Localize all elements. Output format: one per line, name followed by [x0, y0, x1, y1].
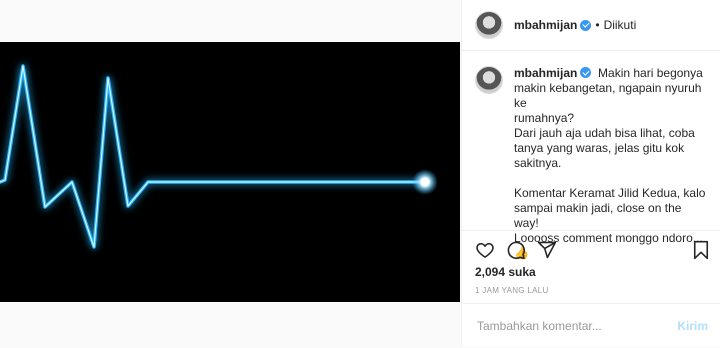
verified-badge-icon [580, 19, 592, 31]
caption-line: sampai makin jadi, close on the way! [514, 201, 682, 230]
separator-dot: • [595, 18, 600, 32]
caption-line: Komentar Keramat Jilid Kedua, kalo [514, 186, 706, 200]
heart-icon[interactable] [475, 240, 495, 260]
post-sidebar: mbahmijan • Diikuti mbahmijan Makin hari… [461, 0, 720, 347]
heartbeat-line-image [0, 64, 438, 249]
verified-badge-icon [580, 67, 592, 78]
caption-line: rumahnya? [514, 111, 575, 125]
caption-line: Dari jauh aja udah bisa lihat, coba [514, 126, 695, 140]
avatar[interactable] [475, 11, 503, 39]
caption-avatar[interactable] [475, 66, 503, 94]
caption-line: tanya yang waras, jelas gitu kok [514, 141, 685, 155]
send-comment-button[interactable]: Kirim [677, 319, 708, 333]
comment-input[interactable] [475, 318, 669, 334]
post-header: mbahmijan • Diikuti [462, 0, 720, 51]
like-count[interactable]: 2,094 suka [475, 265, 536, 279]
caption-line: sakitnya. [514, 156, 562, 170]
post-timestamp[interactable]: 1 JAM YANG LALU [475, 286, 549, 295]
post-image[interactable] [0, 42, 460, 302]
caption-line: makin kebangetan, ngapain nyuruh ke [514, 81, 702, 110]
add-comment-bar: Kirim [462, 303, 720, 348]
follow-status-button[interactable]: Diikuti [604, 18, 637, 32]
caption-username[interactable]: mbahmijan [514, 66, 577, 80]
bookmark-icon[interactable] [692, 240, 710, 260]
share-icon[interactable] [537, 240, 557, 260]
caption-line: Makin hari begonya [598, 66, 703, 80]
header-username[interactable]: mbahmijan [514, 18, 577, 32]
comment-icon[interactable] [506, 240, 526, 260]
